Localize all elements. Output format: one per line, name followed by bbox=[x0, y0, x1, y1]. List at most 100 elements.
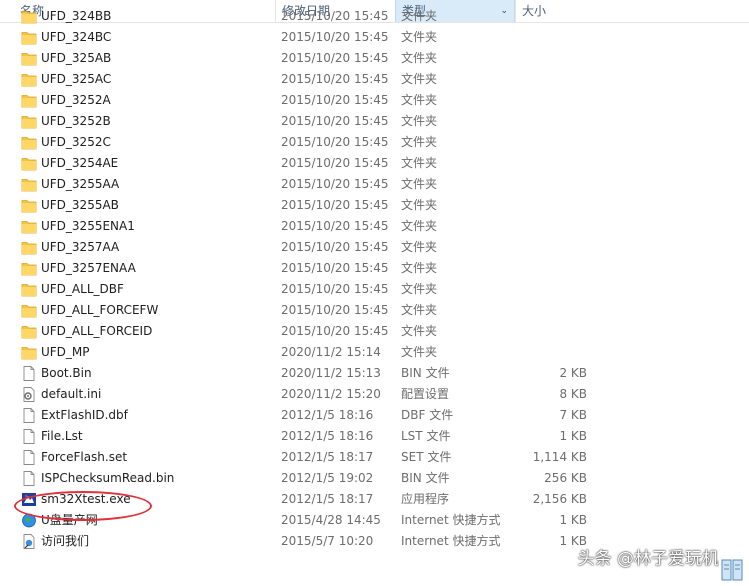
file-date: 2015/10/20 15:45 bbox=[281, 51, 389, 65]
file-type: Internet 快捷方式 bbox=[401, 513, 501, 527]
file-date: 2015/10/20 15:45 bbox=[281, 240, 389, 254]
web-shortcut-icon bbox=[21, 534, 37, 549]
file-name: UFD_324BC bbox=[41, 30, 112, 44]
file-date: 2015/10/20 15:45 bbox=[281, 156, 389, 170]
file-name: ExtFlashID.dbf bbox=[41, 408, 128, 422]
file-type: 文件夹 bbox=[401, 156, 438, 170]
file-name: UFD_3255AA bbox=[41, 177, 120, 191]
watermark: 头条 @林子爱玩机 bbox=[577, 549, 719, 569]
file-size: 1,114 KB bbox=[532, 450, 587, 464]
file-date: 2015/10/20 15:45 bbox=[281, 303, 389, 317]
file-row[interactable]: UFD_3254AE 2015/10/20 15:45 文件夹 bbox=[0, 153, 749, 174]
file-size: 1 KB bbox=[559, 534, 587, 548]
file-type: 文件夹 bbox=[401, 114, 438, 128]
file-row[interactable]: UFD_325AB 2015/10/20 15:45 文件夹 bbox=[0, 48, 749, 69]
file-row[interactable]: UFD_3255AA 2015/10/20 15:45 文件夹 bbox=[0, 174, 749, 195]
file-date: 2015/10/20 15:45 bbox=[281, 114, 389, 128]
file-name: ForceFlash.set bbox=[41, 450, 128, 464]
file-name: default.ini bbox=[41, 387, 102, 401]
folder-icon bbox=[21, 93, 37, 108]
file-row[interactable]: ForceFlash.set 2012/1/5 18:17 SET 文件 1,114 … bbox=[0, 447, 749, 468]
folder-icon bbox=[21, 303, 37, 318]
file-type: 文件夹 bbox=[401, 198, 438, 212]
file-type: 文件夹 bbox=[401, 51, 438, 65]
file-type: 文件夹 bbox=[401, 219, 438, 233]
folder-icon bbox=[21, 219, 37, 234]
file-date: 2015/4/28 14:45 bbox=[281, 513, 381, 527]
file-name: Boot.Bin bbox=[41, 366, 92, 380]
file-row[interactable]: UFD_324BC 2015/10/20 15:45 文件夹 bbox=[0, 27, 749, 48]
file-size: 7 KB bbox=[559, 408, 587, 422]
file-date: 2015/10/20 15:45 bbox=[281, 93, 389, 107]
file-name: UFD_324BB bbox=[41, 9, 112, 23]
annotation-circle bbox=[14, 491, 152, 521]
file-icon bbox=[21, 366, 37, 381]
file-row[interactable]: UFD_324BB 2015/10/20 15:45 文件夹 bbox=[0, 6, 749, 27]
folder-icon bbox=[21, 240, 37, 255]
file-row[interactable]: UFD_325AC 2015/10/20 15:45 文件夹 bbox=[0, 69, 749, 90]
file-type: 文件夹 bbox=[401, 282, 438, 296]
file-row[interactable]: UFD_ALL_DBF 2015/10/20 15:45 文件夹 bbox=[0, 279, 749, 300]
file-name: UFD_ALL_FORCEID bbox=[41, 324, 153, 338]
file-icon bbox=[21, 429, 37, 444]
file-date: 2015/10/20 15:45 bbox=[281, 9, 389, 23]
file-name: UFD_3255ENA1 bbox=[41, 219, 135, 233]
file-type: 文件夹 bbox=[401, 261, 438, 275]
file-name: UFD_3257ENAA bbox=[41, 261, 136, 275]
file-icon bbox=[21, 408, 37, 423]
file-row[interactable]: UFD_ALL_FORCEID 2015/10/20 15:45 文件夹 bbox=[0, 321, 749, 342]
file-row[interactable]: UFD_3255AB 2015/10/20 15:45 文件夹 bbox=[0, 195, 749, 216]
folder-icon bbox=[21, 198, 37, 213]
file-type: BIN 文件 bbox=[401, 471, 450, 485]
file-type: LST 文件 bbox=[401, 429, 451, 443]
file-date: 2020/11/2 15:20 bbox=[281, 387, 381, 401]
file-row[interactable]: UFD_MP 2020/11/2 15:14 文件夹 bbox=[0, 342, 749, 363]
file-date: 2015/10/20 15:45 bbox=[281, 177, 389, 191]
file-name: 访问我们 bbox=[41, 534, 90, 548]
file-type: SET 文件 bbox=[401, 450, 452, 464]
file-type: 文件夹 bbox=[401, 303, 438, 317]
folder-icon bbox=[21, 282, 37, 297]
file-row[interactable]: ExtFlashID.dbf 2012/1/5 18:16 DBF 文件 7 KB bbox=[0, 405, 749, 426]
file-name: UFD_3254AE bbox=[41, 156, 119, 170]
file-date: 2015/10/20 15:45 bbox=[281, 30, 389, 44]
file-type: BIN 文件 bbox=[401, 366, 450, 380]
file-name: UFD_3257AA bbox=[41, 240, 120, 254]
file-type: 应用程序 bbox=[401, 492, 450, 506]
file-date: 2012/1/5 18:17 bbox=[281, 492, 374, 506]
file-row[interactable]: UFD_3252B 2015/10/20 15:45 文件夹 bbox=[0, 111, 749, 132]
file-date: 2012/1/5 18:17 bbox=[281, 450, 374, 464]
file-size: 1 KB bbox=[559, 513, 587, 527]
file-date: 2015/10/20 15:45 bbox=[281, 198, 389, 212]
file-row[interactable]: File.Lst 2012/1/5 18:16 LST 文件 1 KB bbox=[0, 426, 749, 447]
file-date: 2012/1/5 19:02 bbox=[281, 471, 374, 485]
file-icon bbox=[21, 450, 37, 465]
file-size: 256 KB bbox=[544, 471, 587, 485]
file-row[interactable]: UFD_3252C 2015/10/20 15:45 文件夹 bbox=[0, 132, 749, 153]
file-type: 文件夹 bbox=[401, 30, 438, 44]
file-type: DBF 文件 bbox=[401, 408, 454, 422]
file-size: 2 KB bbox=[559, 366, 587, 380]
file-row[interactable]: Boot.Bin 2020/11/2 15:13 BIN 文件 2 KB bbox=[0, 363, 749, 384]
file-row[interactable]: UFD_3257ENAA 2015/10/20 15:45 文件夹 bbox=[0, 258, 749, 279]
file-row[interactable]: default.ini 2020/11/2 15:20 配置设置 8 KB bbox=[0, 384, 749, 405]
file-type: 文件夹 bbox=[401, 324, 438, 338]
file-type: 配置设置 bbox=[401, 387, 450, 401]
file-row[interactable]: UFD_3252A 2015/10/20 15:45 文件夹 bbox=[0, 90, 749, 111]
folder-icon bbox=[21, 156, 37, 171]
file-date: 2020/11/2 15:13 bbox=[281, 366, 381, 380]
file-name: UFD_3255AB bbox=[41, 198, 119, 212]
file-row[interactable]: UFD_3255ENA1 2015/10/20 15:45 文件夹 bbox=[0, 216, 749, 237]
file-row[interactable]: ISPChecksumRead.bin 2012/1/5 19:02 BIN 文件 2… bbox=[0, 468, 749, 489]
file-date: 2015/10/20 15:45 bbox=[281, 324, 389, 338]
file-row[interactable]: UFD_ALL_FORCEFW 2015/10/20 15:45 文件夹 bbox=[0, 300, 749, 321]
file-date: 2015/10/20 15:45 bbox=[281, 261, 389, 275]
file-name: UFD_3252B bbox=[41, 114, 111, 128]
file-name: UFD_325AC bbox=[41, 72, 112, 86]
file-date: 2012/1/5 18:16 bbox=[281, 408, 374, 422]
folder-icon bbox=[21, 51, 37, 66]
folder-icon bbox=[21, 72, 37, 87]
file-name: UFD_ALL_DBF bbox=[41, 282, 124, 296]
file-date: 2012/1/5 18:16 bbox=[281, 429, 374, 443]
file-row[interactable]: UFD_3257AA 2015/10/20 15:45 文件夹 bbox=[0, 237, 749, 258]
